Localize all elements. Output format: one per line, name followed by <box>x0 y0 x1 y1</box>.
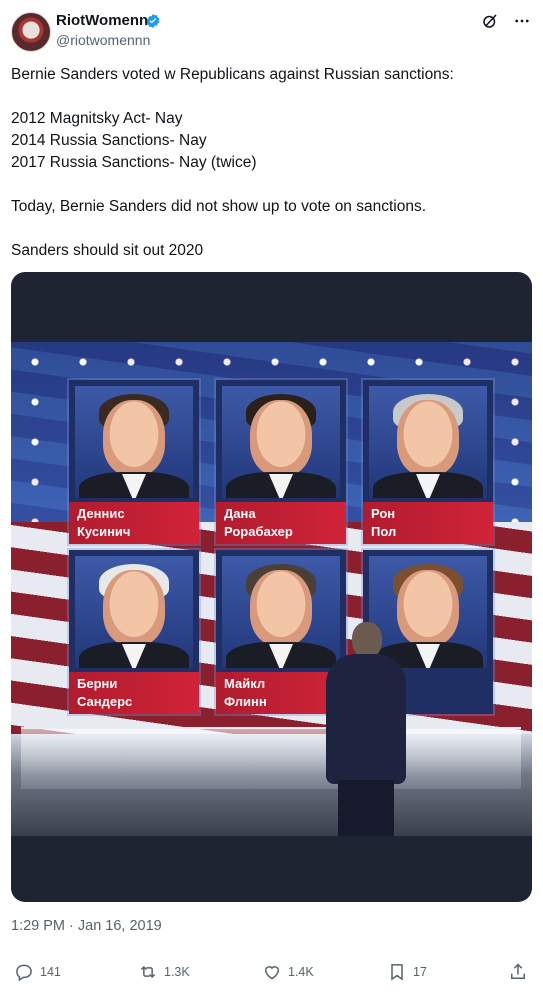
like-count: 1.4K <box>288 965 314 979</box>
tweet-text: Bernie Sanders voted w Republicans again… <box>11 66 454 259</box>
card-last-name: Рорабахер <box>224 524 293 539</box>
avatar[interactable] <box>11 12 51 52</box>
tv-studio-scene: Деннис Кусинич Дана Рорабахер Рон Пол Берни… <box>11 342 532 836</box>
bookmark-button[interactable]: 17 <box>387 962 427 982</box>
tweet-header: RiotWomenn @riotwomennn <box>0 0 543 58</box>
portrait-card: Рон Пол <box>363 380 493 544</box>
tweet-timestamp[interactable]: 1:29 PM · Jan 16, 2019 <box>11 918 162 934</box>
card-last-name: Сандерс <box>77 694 133 709</box>
like-icon <box>264 966 280 980</box>
card-last-name: Пол <box>371 524 397 539</box>
card-first-name: Дана <box>224 506 256 521</box>
share-button[interactable] <box>508 962 528 982</box>
action-bar: 141 1.3K 1.4K 17 <box>0 962 543 988</box>
repost-icon <box>140 965 156 979</box>
more-icon[interactable] <box>513 12 531 30</box>
bookmark-icon <box>391 964 403 981</box>
tv-presenter <box>316 622 416 836</box>
reply-icon <box>16 964 32 982</box>
author-display-name[interactable]: RiotWomenn <box>56 12 148 29</box>
tweet-image[interactable]: Деннис Кусинич Дана Рорабахер Рон Пол Берни… <box>11 272 532 902</box>
card-first-name: Рон <box>371 506 396 521</box>
repost-count: 1.3K <box>164 965 190 979</box>
reply-count: 141 <box>40 965 61 979</box>
studio-desk <box>21 727 521 789</box>
card-first-name: Деннис <box>77 506 125 521</box>
reply-button[interactable]: 141 <box>14 962 61 982</box>
portrait-card: Дана Рорабахер <box>216 380 346 544</box>
card-last-name: Кусинич <box>77 524 131 539</box>
author-handle[interactable]: @riotwomennn <box>56 32 150 48</box>
card-first-name: Берни <box>77 676 118 691</box>
portrait-card: Деннис Кусинич <box>69 380 199 544</box>
bookmark-count: 17 <box>413 965 427 979</box>
portrait-card: Берни Сандерс <box>69 550 199 714</box>
like-button[interactable]: 1.4K <box>262 962 314 982</box>
share-icon <box>511 963 525 979</box>
grok-icon[interactable] <box>481 12 499 30</box>
repost-button[interactable]: 1.3K <box>138 962 190 982</box>
verified-badge-icon <box>146 14 160 28</box>
